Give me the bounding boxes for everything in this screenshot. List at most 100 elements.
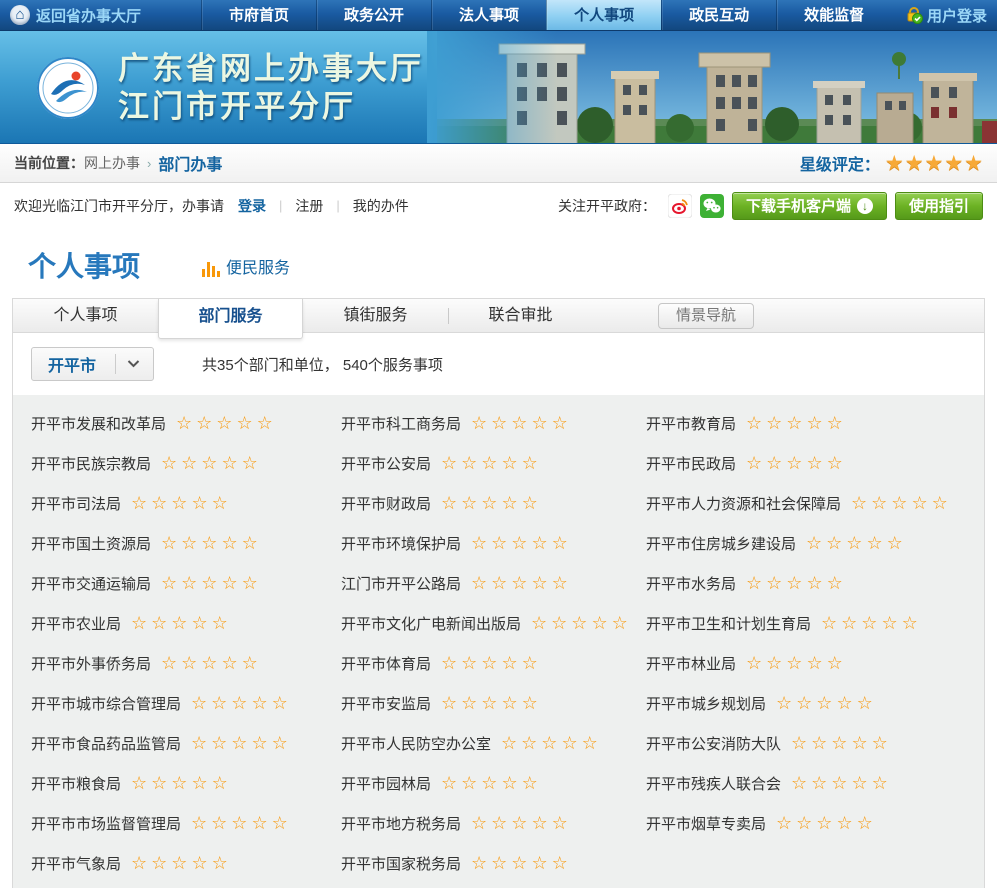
photo-fade (427, 31, 557, 144)
star-icon: ☆ (861, 613, 881, 633)
star-icon: ☆ (236, 413, 256, 433)
back-to-province-link[interactable]: ⌂ 返回省办事大厅 (0, 0, 151, 30)
star-icon: ☆ (191, 733, 211, 753)
department-link[interactable]: 开平市粮食局 (31, 773, 121, 794)
login-link[interactable]: 登录 (238, 196, 266, 216)
department-link[interactable]: 开平市园林局 (341, 773, 431, 794)
department-link[interactable]: 开平市食品药品监管局 (31, 733, 181, 754)
star-icon: ☆ (911, 493, 931, 513)
user-guide-button[interactable]: 使用指引 (895, 192, 983, 220)
star-icon: ☆ (766, 573, 786, 593)
department-link[interactable]: 开平市住房城乡建设局 (646, 533, 796, 554)
department-link[interactable]: 开平市文化广电新闻出版局 (341, 613, 521, 634)
top-nav-item-5[interactable]: 政民互动 (661, 0, 776, 30)
department-link[interactable]: 开平市水务局 (646, 573, 736, 594)
department-rating: ☆☆☆☆☆ (131, 773, 232, 794)
city-select[interactable]: 开平市 (31, 347, 154, 381)
department-link[interactable]: 开平市卫生和计划生育局 (646, 613, 811, 634)
star-icon: ☆ (902, 613, 922, 633)
star-icon: ☆ (181, 653, 201, 673)
department-link[interactable]: 开平市司法局 (31, 493, 121, 514)
department-rating: ☆☆☆☆☆ (471, 853, 572, 874)
department-link[interactable]: 开平市国土资源局 (31, 533, 151, 554)
select-divider (115, 354, 116, 374)
department-rating: ☆☆☆☆☆ (161, 533, 262, 554)
department-link[interactable]: 开平市环境保护局 (341, 533, 461, 554)
department-item: 开平市水务局☆☆☆☆☆ (646, 563, 984, 603)
tab-2[interactable]: 部门服务 (158, 299, 303, 339)
star-icon: ☆ (511, 533, 531, 553)
department-link[interactable]: 开平市气象局 (31, 853, 121, 874)
wechat-icon[interactable] (700, 194, 724, 218)
department-link[interactable]: 开平市城市综合管理局 (31, 693, 181, 714)
department-link[interactable]: 开平市残疾人联合会 (646, 773, 781, 794)
breadcrumb-parent-link[interactable]: 网上办事 (84, 153, 140, 173)
top-nav-item-4[interactable]: 个人事项 (546, 0, 661, 30)
department-item: 开平市林业局☆☆☆☆☆ (646, 643, 984, 683)
department-rating: ☆☆☆☆☆ (131, 493, 232, 514)
star-icon: ☆ (827, 413, 847, 433)
site-title-line1: 广东省网上办事大厅 (118, 50, 424, 87)
star-icon: ☆ (201, 573, 221, 593)
department-link[interactable]: 开平市市场监督管理局 (31, 813, 181, 834)
top-nav-item-3[interactable]: 法人事项 (431, 0, 546, 30)
star-icon: ☆ (221, 533, 241, 553)
star-icon: ★ (925, 152, 944, 175)
tab-4[interactable]: 联合审批 (448, 299, 593, 332)
star-icon: ★ (964, 152, 983, 175)
weibo-icon[interactable] (668, 194, 692, 218)
tab-1[interactable]: 个人事项 (13, 299, 158, 332)
star-icon: ☆ (522, 493, 542, 513)
department-link[interactable]: 开平市地方税务局 (341, 813, 461, 834)
department-link[interactable]: 开平市交通运输局 (31, 573, 151, 594)
department-link[interactable]: 开平市城乡规划局 (646, 693, 766, 714)
department-link[interactable]: 开平市财政局 (341, 493, 431, 514)
star-icon: ☆ (191, 613, 211, 633)
department-item: 开平市城乡规划局☆☆☆☆☆ (646, 683, 984, 723)
department-link[interactable]: 开平市烟草专卖局 (646, 813, 766, 834)
department-link[interactable]: 开平市林业局 (646, 653, 736, 674)
register-link[interactable]: 注册 (295, 196, 323, 216)
star-icon: ☆ (552, 413, 572, 433)
top-nav-item-2[interactable]: 政务公开 (316, 0, 431, 30)
department-link[interactable]: 开平市公安消防大队 (646, 733, 781, 754)
department-link[interactable]: 开平市国家税务局 (341, 853, 461, 874)
department-link[interactable]: 开平市民族宗教局 (31, 453, 151, 474)
department-link[interactable]: 开平市教育局 (646, 413, 736, 434)
star-icon: ☆ (846, 533, 866, 553)
welcome-bar: 欢迎光临江门市开平分厅，办事请 登录 | 注册 | 我的办件 关注开平政府： (0, 183, 997, 228)
star-icon: ☆ (171, 613, 191, 633)
department-link[interactable]: 开平市科工商务局 (341, 413, 461, 434)
department-link[interactable]: 开平市民政局 (646, 453, 736, 474)
department-link[interactable]: 开平市公安局 (341, 453, 431, 474)
chevron-down-icon (127, 360, 153, 368)
department-link[interactable]: 开平市体育局 (341, 653, 431, 674)
department-link[interactable]: 开平市人民防空办公室 (341, 733, 491, 754)
department-link[interactable]: 开平市农业局 (31, 613, 121, 634)
department-link[interactable]: 开平市发展和改革局 (31, 413, 166, 434)
star-icon: ☆ (441, 453, 461, 473)
convenience-services-link[interactable]: 便民服务 (202, 253, 290, 277)
star-icon: ☆ (272, 693, 292, 713)
department-link[interactable]: 开平市安监局 (341, 693, 431, 714)
top-nav-item-6[interactable]: 效能监督 (776, 0, 891, 30)
star-icon: ☆ (851, 733, 871, 753)
department-item: 开平市教育局☆☆☆☆☆ (646, 403, 984, 443)
my-items-link[interactable]: 我的办件 (353, 196, 409, 216)
tab-3[interactable]: 镇街服务 (303, 299, 448, 332)
department-link[interactable]: 开平市人力资源和社会保障局 (646, 493, 841, 514)
department-link[interactable]: 江门市开平公路局 (341, 573, 461, 594)
star-icon: ☆ (531, 853, 551, 873)
department-grid: 开平市发展和改革局☆☆☆☆☆开平市民族宗教局☆☆☆☆☆开平市司法局☆☆☆☆☆开平… (13, 395, 984, 888)
star-icon: ☆ (161, 653, 181, 673)
department-rating: ☆☆☆☆☆ (441, 693, 542, 714)
star-rating-label: 星级评定： (800, 151, 880, 175)
user-login-link[interactable]: 用户登录 (895, 0, 997, 30)
star-icon: ☆ (531, 413, 551, 433)
star-icon: ☆ (201, 653, 221, 673)
top-nav-item-1[interactable]: 市府首页 (201, 0, 316, 30)
scene-navigation-button[interactable]: 情景导航 (658, 303, 754, 329)
department-rating: ☆☆☆☆☆ (131, 613, 232, 634)
department-link[interactable]: 开平市外事侨务局 (31, 653, 151, 674)
download-app-button[interactable]: 下载手机客户端 ↓ (732, 192, 887, 220)
